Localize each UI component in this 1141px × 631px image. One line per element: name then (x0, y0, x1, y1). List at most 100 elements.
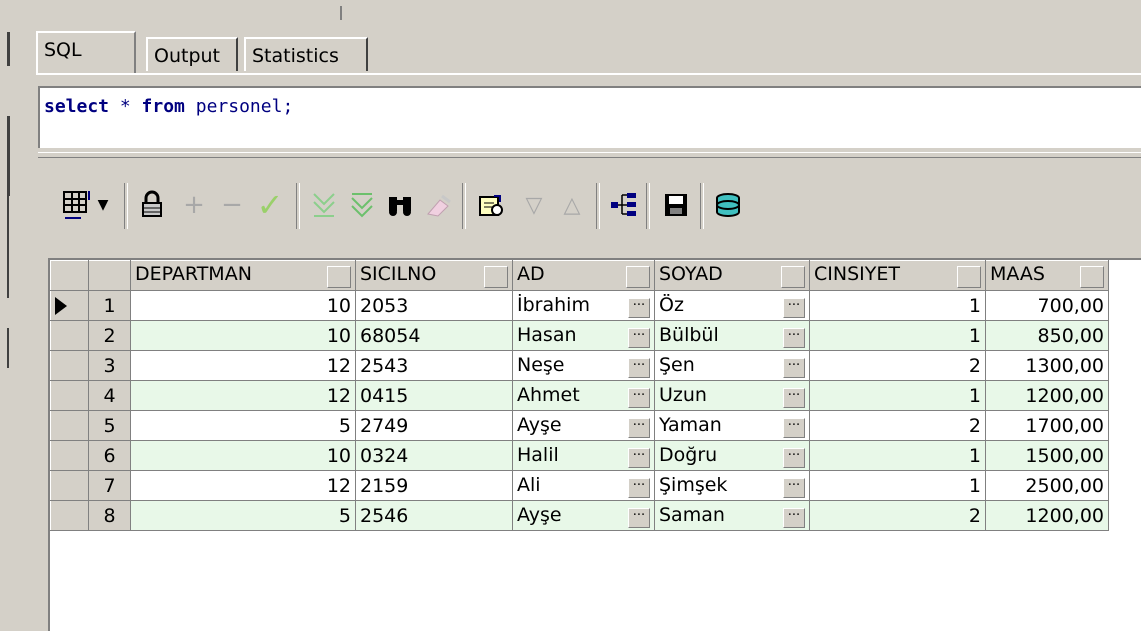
cell-ad[interactable]: ··· Neşe (512, 350, 655, 381)
cell-cinsiyet[interactable]: 2 (809, 410, 986, 441)
ellipsis-button[interactable]: ··· (783, 507, 805, 528)
ellipsis-button[interactable]: ··· (628, 447, 650, 468)
ellipsis-button[interactable]: ··· (628, 327, 650, 348)
cell-soyad[interactable]: ··· Şimşek (654, 470, 810, 501)
cell-maas[interactable]: 700,00 (985, 290, 1109, 321)
ellipsis-button[interactable]: ··· (783, 477, 805, 498)
column-header-sicilno[interactable]: SICILNO (355, 260, 513, 291)
ellipsis-button[interactable]: ··· (628, 297, 650, 318)
eraser-icon[interactable] (420, 187, 456, 223)
ellipsis-button[interactable]: ··· (783, 387, 805, 408)
cell-soyad[interactable]: ··· Saman (654, 500, 810, 531)
table-row[interactable]: 3 12 2543 ··· Neşe ··· Şen 2 1300,00 (50, 350, 1109, 381)
cell-departman[interactable]: 10 (130, 290, 356, 321)
cell-cinsiyet[interactable]: 1 (809, 290, 986, 321)
cell-sicilno[interactable]: 2053 (355, 290, 513, 321)
cell-sicilno[interactable]: 2749 (355, 410, 513, 441)
binoculars-find-icon[interactable] (382, 187, 418, 223)
splitter[interactable] (38, 152, 1141, 158)
cell-cinsiyet[interactable]: 1 (809, 470, 986, 501)
row-indicator[interactable] (50, 350, 89, 381)
query-by-example-icon[interactable] (474, 187, 510, 223)
cell-soyad[interactable]: ··· Yaman (654, 410, 810, 441)
cell-soyad[interactable]: ··· Uzun (654, 380, 810, 411)
cell-cinsiyet[interactable]: 1 (809, 320, 986, 351)
cell-maas[interactable]: 1200,00 (985, 380, 1109, 411)
row-indicator[interactable] (50, 320, 89, 351)
cell-cinsiyet[interactable]: 1 (809, 440, 986, 471)
cell-cinsiyet[interactable]: 1 (809, 380, 986, 411)
post-edit-icon[interactable]: ✓ (252, 186, 288, 224)
filter-up-icon[interactable] (344, 187, 380, 223)
cell-departman[interactable]: 5 (130, 410, 356, 441)
lock-icon[interactable] (134, 187, 170, 223)
column-header-soyad[interactable]: SOYAD (654, 260, 810, 291)
cell-soyad[interactable]: ··· Bülbül (654, 320, 810, 351)
column-header-button[interactable] (957, 266, 981, 288)
cell-soyad[interactable]: ··· Şen (654, 350, 810, 381)
cell-soyad[interactable]: ··· Doğru (654, 440, 810, 471)
grid-view-icon[interactable] (60, 187, 96, 223)
cell-cinsiyet[interactable]: 2 (809, 500, 986, 531)
cell-sicilno[interactable]: 2159 (355, 470, 513, 501)
cell-departman[interactable]: 12 (130, 470, 356, 501)
cell-ad[interactable]: ··· Ali (512, 470, 655, 501)
cell-cinsiyet[interactable]: 2 (809, 350, 986, 381)
column-header-button[interactable] (626, 266, 650, 288)
row-indicator[interactable] (50, 380, 89, 411)
tree-icon[interactable] (606, 187, 642, 223)
table-row[interactable]: 2 10 68054 ··· Hasan ··· Bülbül 1 850,00 (50, 320, 1109, 351)
triangle-down-icon[interactable]: ▽ (516, 187, 552, 223)
column-header-button[interactable] (1080, 266, 1104, 288)
triangle-up-icon[interactable]: △ (554, 187, 590, 223)
cell-departman[interactable]: 12 (130, 380, 356, 411)
ellipsis-button[interactable]: ··· (628, 507, 650, 528)
ellipsis-button[interactable]: ··· (783, 327, 805, 348)
tab-output[interactable]: Output (146, 37, 238, 71)
column-header-button[interactable] (484, 266, 508, 288)
table-row[interactable]: 8 5 2546 ··· Ayşe ··· Saman 2 1200,00 (50, 500, 1109, 531)
filter-down-icon[interactable] (306, 187, 342, 223)
cell-sicilno[interactable]: 2546 (355, 500, 513, 531)
cell-sicilno[interactable]: 0324 (355, 440, 513, 471)
row-indicator[interactable] (50, 410, 89, 441)
ellipsis-button[interactable]: ··· (628, 417, 650, 438)
column-header-maas[interactable]: MAAS (985, 260, 1109, 291)
dropdown-arrow-icon[interactable]: ▼ (92, 187, 114, 223)
cell-departman[interactable]: 10 (130, 320, 356, 351)
add-record-icon[interactable]: + (176, 187, 212, 223)
ellipsis-button[interactable]: ··· (628, 477, 650, 498)
column-header-ad[interactable]: AD (512, 260, 655, 291)
sql-editor[interactable]: select * from personel; (38, 86, 1141, 148)
cell-maas[interactable]: 1500,00 (985, 440, 1109, 471)
row-indicator[interactable] (50, 470, 89, 501)
tab-sql[interactable]: SQL (36, 31, 136, 73)
cell-ad[interactable]: ··· Halil (512, 440, 655, 471)
cell-maas[interactable]: 2500,00 (985, 470, 1109, 501)
cell-departman[interactable]: 10 (130, 440, 356, 471)
column-header-button[interactable] (327, 266, 351, 288)
cell-sicilno[interactable]: 2543 (355, 350, 513, 381)
ellipsis-button[interactable]: ··· (628, 357, 650, 378)
ellipsis-button[interactable]: ··· (628, 387, 650, 408)
database-icon[interactable] (710, 187, 746, 223)
table-row[interactable]: 7 12 2159 ··· Ali ··· Şimşek 1 2500,00 (50, 470, 1109, 501)
column-header-cinsiyet[interactable]: CINSIYET (809, 260, 986, 291)
row-indicator[interactable] (50, 500, 89, 531)
cell-maas[interactable]: 1300,00 (985, 350, 1109, 381)
table-row[interactable]: 4 12 0415 ··· Ahmet ··· Uzun 1 1200,00 (50, 380, 1109, 411)
cell-ad[interactable]: ··· İbrahim (512, 290, 655, 321)
cell-maas[interactable]: 850,00 (985, 320, 1109, 351)
tab-statistics[interactable]: Statistics (244, 37, 368, 71)
ellipsis-button[interactable]: ··· (783, 357, 805, 378)
table-row[interactable]: 1 10 2053 ··· İbrahim ··· Öz 1 700,00 (50, 290, 1109, 321)
cell-ad[interactable]: ··· Ayşe (512, 410, 655, 441)
save-floppy-icon[interactable] (658, 187, 694, 223)
cell-ad[interactable]: ··· Hasan (512, 320, 655, 351)
ellipsis-button[interactable]: ··· (783, 447, 805, 468)
table-row[interactable]: 5 5 2749 ··· Ayşe ··· Yaman 2 1700,00 (50, 410, 1109, 441)
cell-maas[interactable]: 1200,00 (985, 500, 1109, 531)
delete-record-icon[interactable]: − (214, 187, 250, 223)
column-header-button[interactable] (781, 266, 805, 288)
cell-ad[interactable]: ··· Ahmet (512, 380, 655, 411)
